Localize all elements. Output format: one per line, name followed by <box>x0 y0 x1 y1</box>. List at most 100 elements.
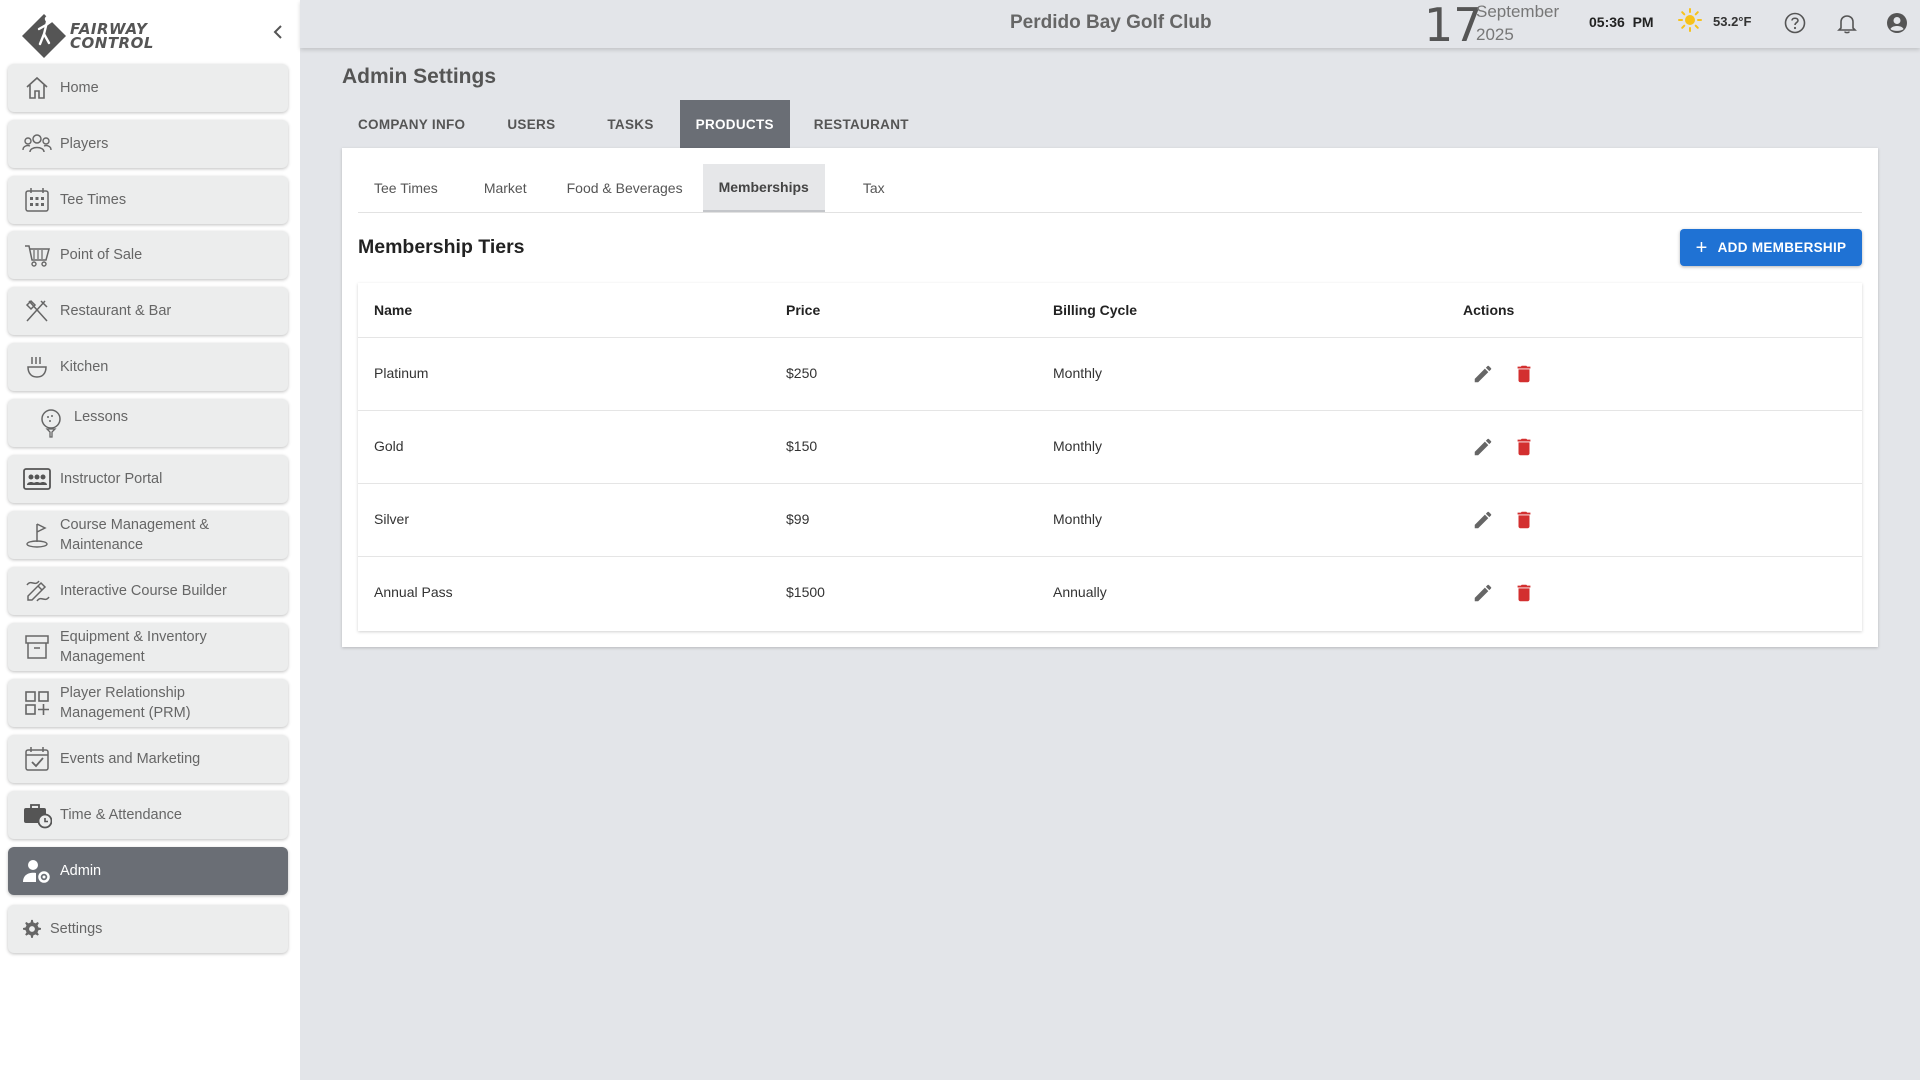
sidebar-item-label: Events and Marketing <box>60 751 201 767</box>
table-row: Platinum $250 Monthly <box>358 338 1862 411</box>
sidebar-item-equipment-inventory[interactable]: Equipment & Inventory Management <box>8 623 288 671</box>
sidebar-item-course-management[interactable]: Course Management & Maintenance <box>8 511 288 559</box>
products-panel: Tee Times Market Food & Beverages Member… <box>342 148 1878 647</box>
subtab-market[interactable]: Market <box>464 164 547 212</box>
tab-products[interactable]: PRODUCTS <box>679 100 790 148</box>
delete-trash-icon[interactable] <box>1513 436 1535 458</box>
row-billing-cycle: Monthly <box>1053 365 1103 381</box>
kitchen-icon <box>22 352 52 382</box>
widgets-icon <box>22 688 52 718</box>
row-billing-cycle: Monthly <box>1053 511 1103 527</box>
sidebar-item-label: Kitchen <box>60 359 109 375</box>
subtab-food-beverages[interactable]: Food & Beverages <box>547 164 703 212</box>
account-circle-icon[interactable] <box>1886 12 1908 34</box>
header-name: Name <box>374 302 413 318</box>
row-name: Silver <box>374 511 410 527</box>
temperature: 53.2°F <box>1713 14 1752 29</box>
delete-trash-icon[interactable] <box>1513 582 1535 604</box>
row-price: $150 <box>786 438 818 454</box>
sun-icon <box>1678 8 1702 32</box>
sidebar-item-label: Time & Attendance <box>60 807 182 823</box>
sidebar-item-label: Instructor Portal <box>60 471 163 487</box>
delete-trash-icon[interactable] <box>1513 509 1535 531</box>
sidebar-item-prm[interactable]: Player Relationship Management (PRM) <box>8 679 288 727</box>
sidebar-item-label: Equipment & Inventory Management <box>60 629 207 665</box>
edit-pencil-icon[interactable] <box>1472 582 1494 604</box>
row-billing-cycle: Annually <box>1053 584 1107 600</box>
sidebar-item-restaurant-bar[interactable]: Restaurant & Bar <box>8 287 288 335</box>
sidebar-item-label: Player Relationship Management (PRM) <box>60 685 191 721</box>
brand-text: FAIRWAY CONTROL <box>70 22 154 52</box>
date-month: September <box>1476 2 1560 21</box>
sidebar-item-label: Interactive Course Builder <box>60 583 227 599</box>
sidebar-item-label: Home <box>60 80 99 96</box>
notification-bell-icon[interactable] <box>1836 12 1858 34</box>
membership-table: Name Price Billing Cycle Actions Platinu… <box>358 283 1862 631</box>
instructor-icon <box>22 464 52 494</box>
header-price: Price <box>786 302 821 318</box>
sidebar-item-admin[interactable]: Admin <box>8 847 288 895</box>
table-header: Name Price Billing Cycle Actions <box>358 283 1862 338</box>
golf-ball-tee-icon <box>36 408 66 438</box>
sidebar-item-label: Players <box>60 136 109 152</box>
sidebar-item-instructor-portal[interactable]: Instructor Portal <box>8 455 288 503</box>
table-row: Gold $150 Monthly <box>358 411 1862 484</box>
date-day: 17 <box>1424 0 1483 52</box>
header-billing-cycle: Billing Cycle <box>1053 302 1138 318</box>
table-row: Annual Pass $1500 Annually <box>358 557 1862 630</box>
sidebar-item-home[interactable]: Home <box>8 64 288 112</box>
flag-icon <box>22 520 52 550</box>
sidebar-item-events-marketing[interactable]: Events and Marketing <box>8 735 288 783</box>
inventory-icon <box>22 632 52 662</box>
add-membership-label: ADD MEMBERSHIP <box>1717 240 1847 255</box>
tab-restaurant[interactable]: RESTAURANT <box>790 100 933 148</box>
edit-pencil-icon[interactable] <box>1472 363 1494 385</box>
collapse-sidebar-chevron-icon[interactable] <box>268 22 288 42</box>
add-membership-button[interactable]: + ADD MEMBERSHIP <box>1680 229 1862 266</box>
brand-line-2: CONTROL <box>70 34 154 52</box>
product-sub-tabs: Tee Times Market Food & Beverages Member… <box>358 164 923 212</box>
sidebar-item-label: Point of Sale <box>60 247 143 263</box>
utensils-icon <box>22 296 52 326</box>
date-year: 2025 <box>1476 25 1514 44</box>
gear-icon <box>22 914 42 944</box>
sub-tabs-divider <box>358 212 1862 213</box>
tab-company-info[interactable]: COMPANY INFO <box>342 100 481 148</box>
sidebar-item-kitchen[interactable]: Kitchen <box>8 343 288 391</box>
page-title: Admin Settings <box>342 65 497 88</box>
sidebar-item-label: Tee Times <box>60 192 127 208</box>
table-row: Silver $99 Monthly <box>358 484 1862 557</box>
row-price: $250 <box>786 365 818 381</box>
calendar-grid-icon <box>22 185 52 215</box>
row-name: Platinum <box>374 365 429 381</box>
home-icon <box>22 73 52 103</box>
row-billing-cycle: Monthly <box>1053 438 1103 454</box>
help-icon[interactable] <box>1784 12 1806 34</box>
plus-icon: + <box>1695 236 1708 259</box>
course-builder-icon <box>22 576 52 606</box>
sidebar-item-point-of-sale[interactable]: Point of Sale <box>8 231 288 279</box>
admin-user-gear-icon <box>22 856 52 886</box>
sidebar-item-time-attendance[interactable]: Time & Attendance <box>8 791 288 839</box>
subtab-memberships[interactable]: Memberships <box>702 164 825 212</box>
tab-tasks[interactable]: TASKS <box>581 100 679 148</box>
edit-pencil-icon[interactable] <box>1472 436 1494 458</box>
edit-pencil-icon[interactable] <box>1472 509 1494 531</box>
players-icon <box>22 129 52 159</box>
subtab-tax[interactable]: Tax <box>825 164 923 212</box>
briefcase-clock-icon <box>22 800 52 830</box>
subtab-tee-times[interactable]: Tee Times <box>358 164 464 212</box>
sidebar-item-lessons[interactable]: Lessons <box>8 399 288 447</box>
sidebar-item-tee-times[interactable]: Tee Times <box>8 176 288 224</box>
sidebar-item-course-builder[interactable]: Interactive Course Builder <box>8 567 288 615</box>
delete-trash-icon[interactable] <box>1513 363 1535 385</box>
clock: 05:36 PM <box>1589 14 1654 30</box>
row-price: $1500 <box>786 584 825 600</box>
sidebar-item-label: Settings <box>50 921 103 937</box>
row-price: $99 <box>786 511 810 527</box>
tab-users[interactable]: USERS <box>481 100 581 148</box>
sidebar-item-label: Lessons <box>74 409 129 425</box>
admin-tabs: COMPANY INFO USERS TASKS PRODUCTS RESTAU… <box>342 100 933 148</box>
sidebar-item-players[interactable]: Players <box>8 120 288 168</box>
sidebar-item-settings[interactable]: Settings <box>8 905 288 953</box>
